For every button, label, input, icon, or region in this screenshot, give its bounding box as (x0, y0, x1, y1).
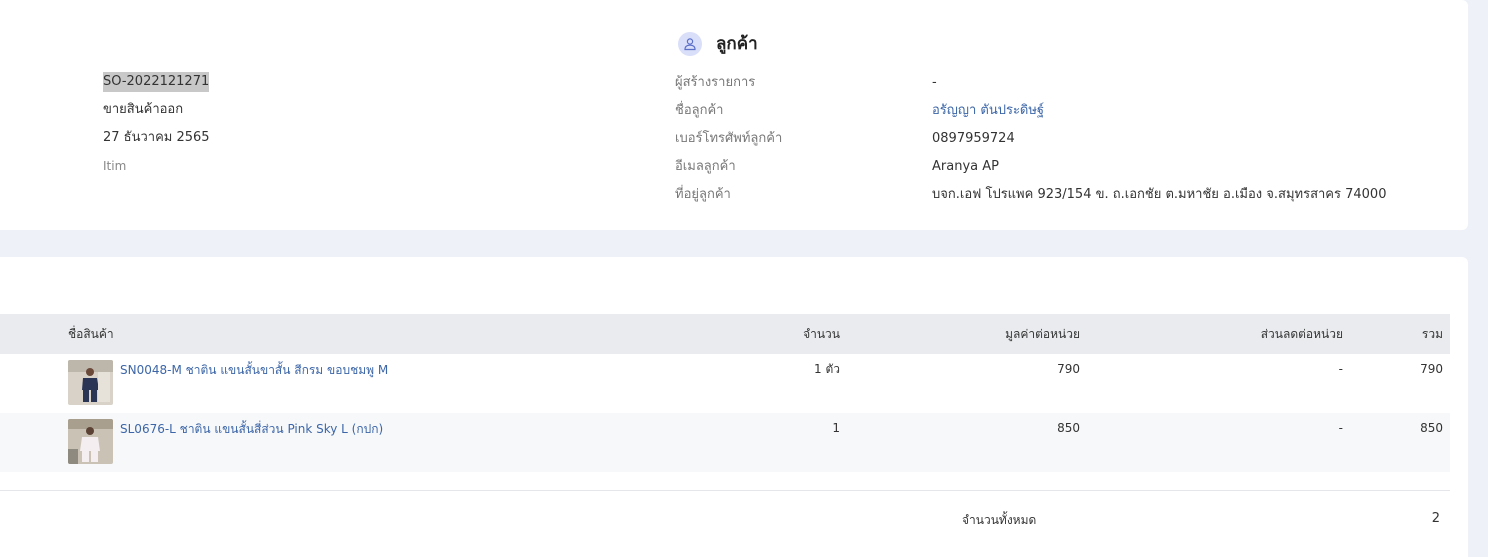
customer-phone-label: เบอร์โทรศัพท์ลูกค้า (675, 131, 783, 146)
product-thumbnail[interactable] (68, 360, 113, 405)
product-thumbnail[interactable] (68, 419, 113, 464)
header-qty: จำนวน (803, 327, 840, 341)
header-product: ชื่อสินค้า (68, 327, 114, 341)
order-date: 27 ธันวาคม 2565 (103, 130, 210, 145)
total-quantity-value: 2 (1431, 511, 1440, 526)
customer-email-label: อีเมลลูกค้า (675, 159, 736, 174)
order-type: ขายสินค้าออก (103, 102, 184, 117)
customer-section-title: ลูกค้า (716, 34, 758, 54)
order-summary: SO-2022121271 ขายสินค้าออก 27 ธันวาคม 25… (103, 72, 210, 184)
header-unit-price: มูลค่าต่อหน่วย (1005, 327, 1080, 341)
user-icon (678, 31, 702, 56)
page-margin (1468, 0, 1488, 557)
row-unit-price: 850 (1057, 421, 1080, 435)
total-quantity-label: จำนวนทั้งหมด (962, 513, 1037, 527)
row-discount: - (1338, 362, 1343, 376)
customer-address-value: บจก.เอฟ โปรแพค 923/154 ข. ถ.เอกชัย ต.มหา… (932, 187, 1387, 202)
items-table-header: ชื่อสินค้า จำนวน มูลค่าต่อหน่วย ส่วนลดต่… (0, 314, 1450, 354)
header-total: รวม (1421, 327, 1443, 341)
row-qty: 1 ตัว (814, 362, 840, 376)
row-total: 850 (1420, 421, 1443, 435)
order-info-card: ลูกค้า SO-2022121271 ขายสินค้าออก 27 ธัน… (0, 0, 1468, 230)
row-total: 790 (1420, 362, 1443, 376)
product-name-link[interactable]: SN0048-M ชาติน แขนสั้นขาสั้น สีกรม ขอบชม… (120, 361, 388, 380)
customer-name-link[interactable]: อรัญญา ตันประดิษฐ์ (932, 101, 1386, 129)
customer-phone-value: 0897959724 (932, 131, 1015, 146)
customer-labels: ผู้สร้างรายการ ชื่อลูกค้า เบอร์โทรศัพท์ล… (675, 73, 782, 213)
product-name-link[interactable]: SL0676-L ชาติน แขนสั้นสี่ส่วน Pink Sky L… (120, 420, 383, 439)
row-qty: 1 (832, 421, 840, 435)
table-row: SL0676-L ชาติน แขนสั้นสี่ส่วน Pink Sky L… (0, 413, 1450, 472)
summary-divider (0, 490, 1450, 491)
row-unit-price: 790 (1057, 362, 1080, 376)
table-row: SN0048-M ชาติน แขนสั้นขาสั้น สีกรม ขอบชม… (0, 354, 1450, 413)
creator-value: - (932, 75, 937, 90)
header-discount: ส่วนลดต่อหน่วย (1260, 327, 1343, 341)
order-channel: Itim (103, 159, 127, 173)
order-number: SO-2022121271 (103, 72, 210, 92)
customer-email-value: Aranya AP (932, 159, 999, 174)
customer-section-header: ลูกค้า (678, 30, 758, 57)
creator-label: ผู้สร้างรายการ (675, 75, 756, 90)
customer-name-label: ชื่อลูกค้า (675, 103, 724, 118)
customer-address-label: ที่อยู่ลูกค้า (675, 187, 731, 202)
row-discount: - (1338, 421, 1343, 435)
customer-values: - อรัญญา ตันประดิษฐ์ 0897959724 Aranya A… (932, 73, 1386, 213)
